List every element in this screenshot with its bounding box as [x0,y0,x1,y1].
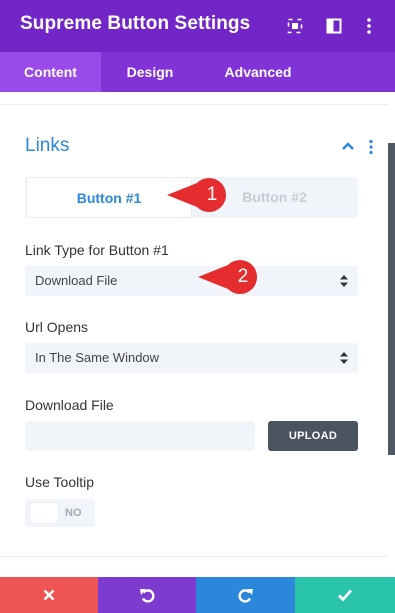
upload-button[interactable]: UPLOAD [268,421,358,451]
toggle-knob [30,503,58,523]
footer-actions [0,577,395,613]
redo-icon [237,589,253,603]
use-tooltip-label: Use Tooltip [25,474,95,490]
url-opens-label: Url Opens [25,319,89,335]
expand-icon[interactable] [285,16,305,36]
section-title-links[interactable]: Links [25,135,69,157]
check-icon [338,589,353,602]
split-view-icon[interactable] [324,16,344,36]
scrollbar[interactable] [388,143,395,455]
url-opens-value: In The Same Window [35,350,160,365]
section-menu-icon[interactable] [366,139,376,155]
link-type-label: Link Type for Button #1 [25,242,169,258]
chevron-up-icon[interactable] [340,140,356,152]
download-file-label: Download File [25,397,114,413]
close-icon [43,589,55,601]
cancel-button[interactable] [0,577,98,613]
tab-design[interactable]: Design [101,52,199,92]
redo-button[interactable] [196,577,295,613]
settings-header: Supreme Button Settings [0,0,395,52]
callout-number: 2 [237,266,249,287]
select-arrows-icon [340,352,348,364]
link-type-select[interactable]: Download File [25,266,358,296]
callout-number: 1 [206,184,218,205]
modal-title: Supreme Button Settings [20,13,251,34]
download-file-input[interactable] [25,421,255,451]
undo-icon [140,589,155,603]
save-button[interactable] [295,577,395,613]
undo-button[interactable] [98,577,196,613]
select-arrows-icon [340,275,348,287]
more-vertical-icon[interactable] [359,16,379,36]
tab-bar: Content Design Advanced [0,52,395,92]
divider [0,104,388,105]
url-opens-select[interactable]: In The Same Window [25,343,358,373]
callout-marker-1: 1 [167,178,231,212]
divider [0,556,388,557]
callout-marker-2: 2 [198,260,262,294]
tab-content[interactable]: Content [0,52,101,92]
link-type-value: Download File [35,273,118,288]
settings-content: Links Button #1 Button #2 Link Type for … [0,92,388,577]
tab-advanced[interactable]: Advanced [199,52,317,92]
use-tooltip-toggle[interactable]: NO [25,499,95,527]
toggle-state: NO [65,507,82,519]
